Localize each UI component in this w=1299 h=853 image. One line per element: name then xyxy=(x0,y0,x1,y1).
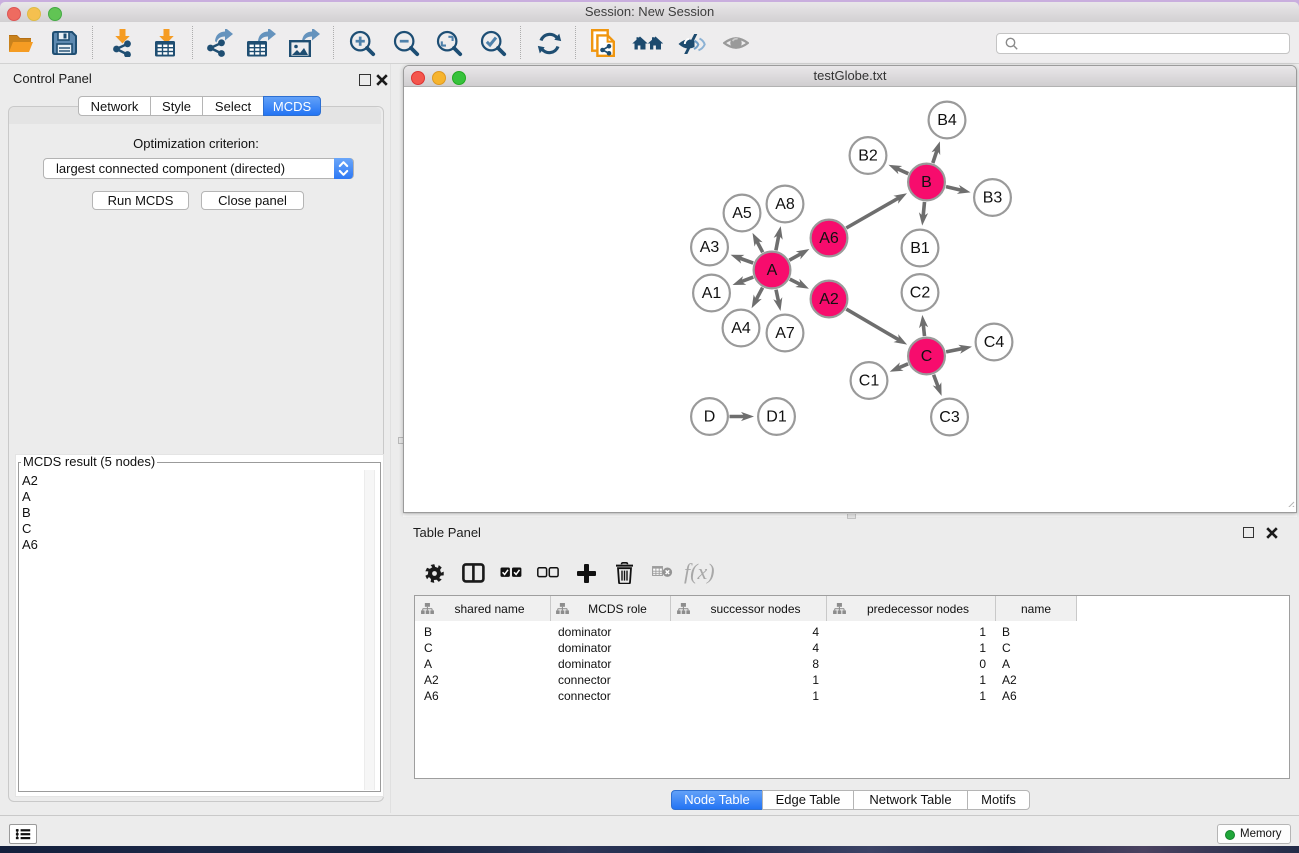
svg-text:A4: A4 xyxy=(731,320,751,337)
svg-text:B1: B1 xyxy=(910,240,930,257)
svg-text:D: D xyxy=(704,409,716,426)
svg-text:B3: B3 xyxy=(983,190,1003,207)
svg-text:C4: C4 xyxy=(984,334,1005,351)
svg-text:B2: B2 xyxy=(858,148,878,165)
svg-text:A3: A3 xyxy=(700,239,720,256)
svg-text:A1: A1 xyxy=(702,285,722,302)
svg-text:C3: C3 xyxy=(939,409,960,426)
svg-text:B4: B4 xyxy=(937,112,957,129)
svg-text:A7: A7 xyxy=(775,325,795,342)
svg-text:C2: C2 xyxy=(910,285,931,302)
svg-text:A6: A6 xyxy=(819,230,839,247)
svg-text:C: C xyxy=(921,348,933,365)
svg-text:C1: C1 xyxy=(859,373,880,390)
svg-text:A5: A5 xyxy=(732,205,752,222)
svg-text:D1: D1 xyxy=(766,409,787,426)
svg-text:A2: A2 xyxy=(819,291,839,308)
svg-text:A: A xyxy=(767,262,778,279)
svg-text:A8: A8 xyxy=(775,196,795,213)
svg-text:B: B xyxy=(921,174,932,191)
